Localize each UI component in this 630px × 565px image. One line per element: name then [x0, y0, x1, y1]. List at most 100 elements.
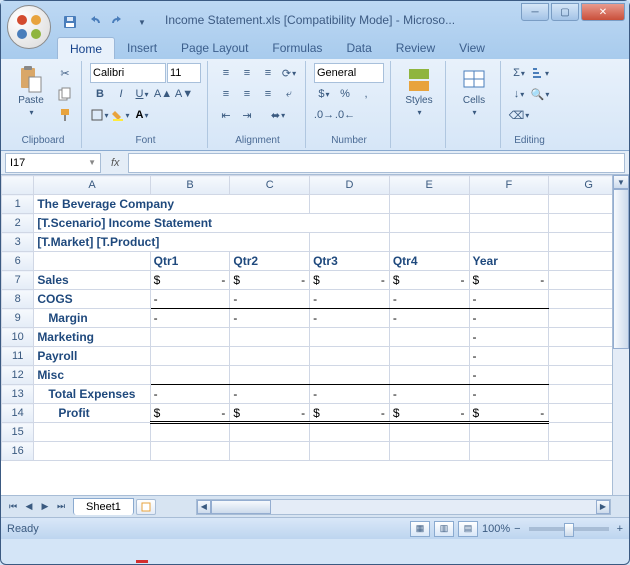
align-bottom-icon[interactable]: ≡ [258, 63, 278, 83]
formula-input[interactable] [128, 153, 625, 173]
cell[interactable]: - [310, 385, 390, 404]
cell[interactable]: [T.Market] [T.Product] [34, 233, 310, 252]
cell[interactable]: The Beverage Company [34, 195, 310, 214]
zoom-level[interactable]: 100% [482, 523, 510, 535]
tab-view[interactable]: View [447, 37, 497, 59]
decrease-indent-icon[interactable]: ⇤ [216, 105, 236, 125]
horizontal-scrollbar[interactable]: ◀ ▶ [196, 499, 611, 515]
qat-dropdown-icon[interactable]: ▼ [131, 11, 153, 33]
cell[interactable]: Year [469, 252, 549, 271]
font-size-select[interactable] [167, 63, 201, 83]
find-select-icon[interactable]: 🔍▾ [530, 84, 550, 104]
cell[interactable]: Payroll [34, 347, 150, 366]
cell[interactable]: - [230, 309, 310, 328]
font-name-select[interactable] [90, 63, 166, 83]
row-header[interactable]: 9 [2, 309, 34, 328]
scroll-thumb[interactable] [211, 500, 271, 514]
cell[interactable]: Marketing [34, 328, 150, 347]
zoom-out-button[interactable]: − [514, 523, 520, 535]
maximize-button[interactable]: ▢ [551, 3, 579, 21]
shrink-font-icon[interactable]: A▼ [174, 84, 194, 104]
close-button[interactable]: ✕ [581, 3, 625, 21]
orientation-icon[interactable]: ⟳▾ [279, 63, 299, 83]
cell[interactable]: $ [150, 404, 230, 423]
cell[interactable]: - [469, 347, 549, 366]
sort-filter-icon[interactable]: ▾ [530, 63, 550, 83]
cell[interactable]: Margin [34, 309, 150, 328]
col-header[interactable]: B [150, 176, 230, 195]
currency-icon[interactable]: $▾ [314, 84, 334, 104]
cell[interactable]: - [310, 309, 390, 328]
increase-indent-icon[interactable]: ⇥ [237, 105, 257, 125]
cell[interactable]: - [150, 290, 230, 309]
cell[interactable]: - [469, 385, 549, 404]
cell[interactable]: Profit [34, 404, 150, 423]
name-box[interactable]: I17▼ [5, 153, 101, 173]
cell[interactable]: - [230, 290, 310, 309]
styles-button[interactable]: Styles▾ [399, 63, 439, 119]
fx-icon[interactable]: fx [103, 157, 128, 169]
cell[interactable]: COGS [34, 290, 150, 309]
cell[interactable]: - [469, 328, 549, 347]
cell[interactable]: Qtr3 [310, 252, 390, 271]
col-header[interactable]: A [34, 176, 150, 195]
col-header[interactable]: E [389, 176, 469, 195]
fill-icon[interactable]: ↓▾ [509, 84, 529, 104]
office-button[interactable] [7, 5, 51, 49]
row-header[interactable]: 6 [2, 252, 34, 271]
border-button[interactable]: ▾ [90, 105, 110, 125]
align-center-icon[interactable]: ≡ [237, 84, 257, 104]
bold-button[interactable]: B [90, 84, 110, 104]
last-sheet-icon[interactable]: ⏭ [53, 499, 69, 515]
page-layout-view-icon[interactable]: ▥ [434, 521, 454, 537]
cell[interactable]: - [469, 309, 549, 328]
cell[interactable]: $ [310, 404, 390, 423]
first-sheet-icon[interactable]: ⏮ [5, 499, 21, 515]
cell[interactable]: Qtr2 [230, 252, 310, 271]
col-header[interactable]: F [469, 176, 549, 195]
row-header[interactable]: 2 [2, 214, 34, 233]
select-all-corner[interactable] [2, 176, 34, 195]
new-sheet-icon[interactable] [136, 499, 156, 515]
scroll-thumb[interactable] [613, 189, 629, 349]
row-header[interactable]: 14 [2, 404, 34, 423]
fill-color-button[interactable]: ▾ [111, 105, 131, 125]
cell[interactable]: Total Expenses [34, 385, 150, 404]
comma-icon[interactable]: , [356, 84, 376, 104]
cell[interactable]: - [310, 290, 390, 309]
sheet-tab[interactable]: Sheet1 [73, 498, 134, 515]
paste-button[interactable]: Paste▾ [11, 63, 51, 119]
col-header[interactable]: C [230, 176, 310, 195]
row-header[interactable]: 8 [2, 290, 34, 309]
clear-icon[interactable]: ⌫▾ [509, 105, 529, 125]
redo-icon[interactable] [107, 11, 129, 33]
cell[interactable]: $ [469, 271, 549, 290]
cell[interactable]: Qtr1 [150, 252, 230, 271]
next-sheet-icon[interactable]: ▶ [37, 499, 53, 515]
cell[interactable]: - [150, 385, 230, 404]
underline-button[interactable]: U▾ [132, 84, 152, 104]
percent-icon[interactable]: % [335, 84, 355, 104]
cell[interactable]: $ [469, 404, 549, 423]
row-header[interactable]: 10 [2, 328, 34, 347]
autosum-icon[interactable]: Σ▾ [509, 63, 529, 83]
cell[interactable]: - [150, 309, 230, 328]
cells-button[interactable]: Cells▾ [454, 63, 494, 119]
minimize-button[interactable]: ─ [521, 3, 549, 21]
copy-icon[interactable] [55, 84, 75, 104]
prev-sheet-icon[interactable]: ◀ [21, 499, 37, 515]
cell[interactable]: Misc [34, 366, 150, 385]
page-break-view-icon[interactable]: ▤ [458, 521, 478, 537]
number-format-select[interactable] [314, 63, 384, 83]
row-header[interactable]: 11 [2, 347, 34, 366]
cell[interactable]: $ [230, 404, 310, 423]
grow-font-icon[interactable]: A▲ [153, 84, 173, 104]
align-left-icon[interactable]: ≡ [216, 84, 236, 104]
tab-formulas[interactable]: Formulas [260, 37, 334, 59]
tab-home[interactable]: Home [57, 37, 115, 59]
cell[interactable]: - [469, 290, 549, 309]
increase-decimal-icon[interactable]: .0→ [314, 105, 334, 125]
tab-review[interactable]: Review [384, 37, 447, 59]
tab-page-layout[interactable]: Page Layout [169, 37, 260, 59]
cell[interactable]: - [389, 309, 469, 328]
